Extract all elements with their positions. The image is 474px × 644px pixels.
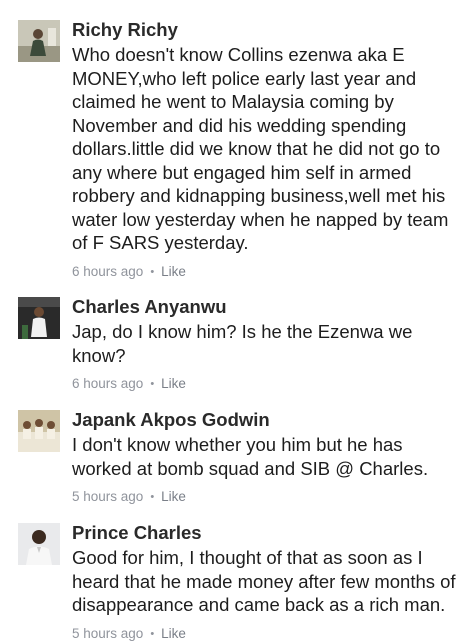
avatar[interactable]	[18, 410, 60, 452]
comment-text: Jap, do I know him? Is he the Ezenwa we …	[72, 321, 413, 366]
comment-author[interactable]: Japank Akpos Godwin	[72, 408, 466, 432]
avatar[interactable]	[18, 297, 60, 339]
comment-text: Good for him, I thought of that as soon …	[72, 547, 456, 615]
comment-text: Who doesn't know Collins ezenwa aka E MO…	[72, 44, 449, 253]
comment-timestamp[interactable]: 5 hours ago	[72, 489, 143, 504]
like-button[interactable]: Like	[161, 489, 186, 504]
comment-timestamp[interactable]: 6 hours ago	[72, 264, 143, 279]
avatar[interactable]	[18, 20, 60, 62]
like-button[interactable]: Like	[161, 376, 186, 391]
comment-timestamp[interactable]: 6 hours ago	[72, 376, 143, 391]
comment-author[interactable]: Charles Anyanwu	[72, 295, 466, 319]
comment-author[interactable]: Prince Charles	[72, 521, 466, 545]
separator-dot: •	[150, 491, 155, 503]
avatar[interactable]	[18, 523, 60, 565]
comment-timestamp[interactable]: 5 hours ago	[72, 626, 143, 641]
separator-dot: •	[150, 265, 155, 278]
comment-meta: 6 hours ago • Like	[72, 375, 466, 394]
like-button[interactable]: Like	[161, 264, 186, 279]
like-button[interactable]: Like	[161, 626, 186, 641]
comment-meta: 5 hours ago • Like	[72, 488, 466, 507]
separator-dot: •	[150, 378, 155, 390]
comment-meta: 6 hours ago • Like	[72, 263, 466, 282]
comment-meta: 5 hours ago • Like	[72, 625, 466, 644]
comment-author[interactable]: Richy Richy	[72, 18, 466, 42]
comment-text: I don't know whether you him but he has …	[72, 434, 429, 479]
